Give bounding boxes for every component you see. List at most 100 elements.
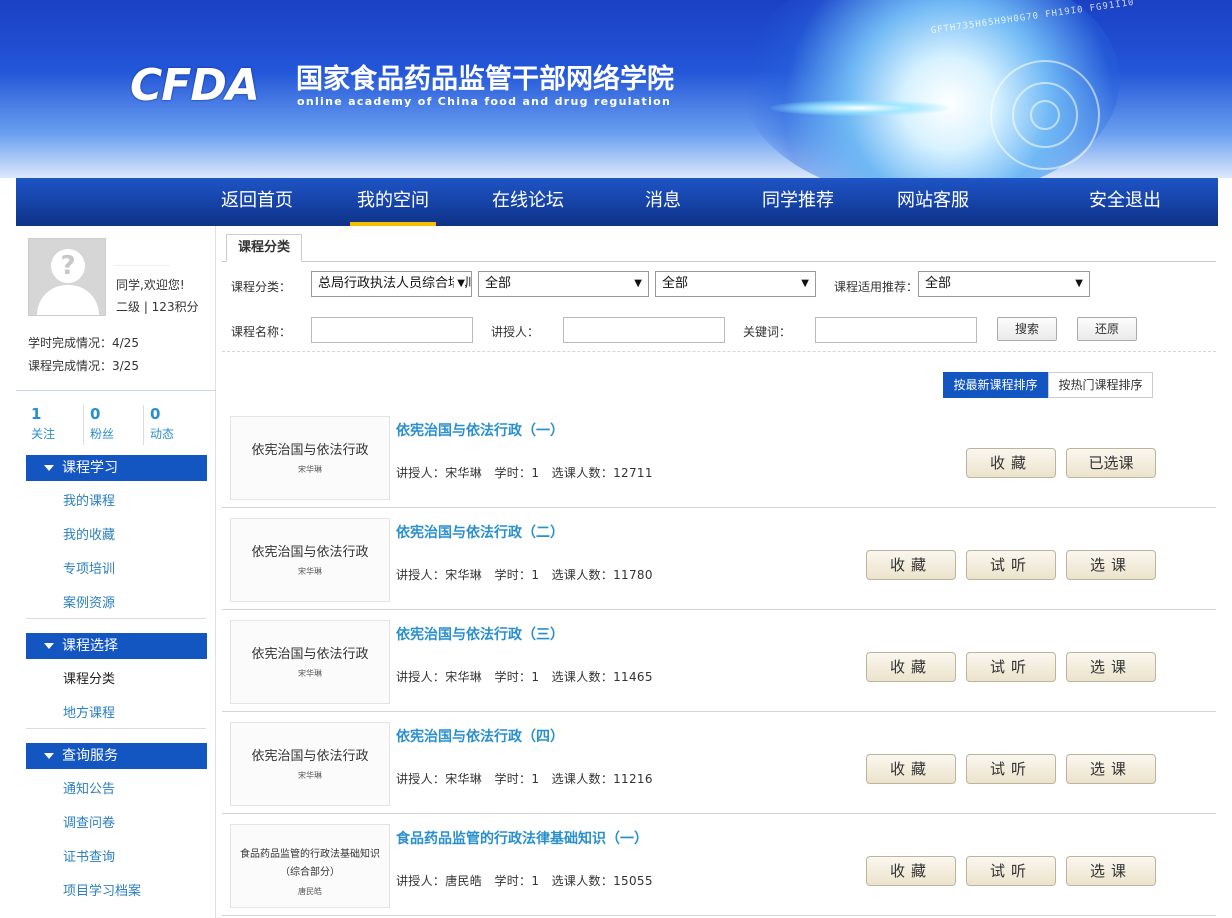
sidebar-item-special-training[interactable]: 专项培训 — [63, 558, 115, 577]
banner-glow — [770, 100, 950, 116]
nav-messages[interactable]: 消息 — [636, 178, 690, 226]
course-title-link[interactable]: 依宪治国与依法行政（一） — [396, 420, 564, 440]
stat-fans-count: 0 — [90, 405, 101, 423]
site-title: 国家食品药品监管干部网络学院 — [296, 64, 674, 95]
thumb-title: 依宪治国与依法行政 — [251, 647, 369, 662]
thumb-title: 食品药品监管的行政法基础知识 — [240, 849, 380, 860]
course-title-link[interactable]: 依宪治国与依法行政（三） — [396, 624, 564, 644]
preview-button[interactable]: 试听 — [966, 856, 1056, 886]
avatar[interactable]: ? — [28, 238, 106, 316]
course-title-link[interactable]: 食品药品监管的行政法律基础知识（一） — [396, 828, 648, 848]
sort-newest-button[interactable]: 按最新课程排序 — [943, 372, 1048, 398]
nav-classmates[interactable]: 同学推荐 — [755, 178, 841, 226]
thumb-title-line2: （综合部分） — [280, 867, 340, 878]
favorite-button[interactable]: 收藏 — [866, 550, 956, 580]
course-title-link[interactable]: 依宪治国与依法行政（四） — [396, 726, 564, 746]
main-content: 课程分类 课程分类： 总局行政执法人员综合培训 ▼ 全部 ▼ 全部 ▼ 课程适用… — [222, 226, 1218, 918]
favorite-button[interactable]: 收藏 — [966, 448, 1056, 478]
subcategory1-select[interactable]: 全部 ▼ — [478, 271, 649, 297]
main-nav: 返回首页 我的空间 在线论坛 消息 同学推荐 网站客服 安全退出 — [16, 178, 1218, 226]
stat-fans-label: 粉丝 — [90, 427, 115, 441]
sidebar-item-learning-archive[interactable]: 项目学习档案 — [63, 880, 141, 899]
stat-fans[interactable]: 0 粉丝 — [90, 405, 140, 442]
stat-divider — [83, 405, 84, 445]
nav-home[interactable]: 返回首页 — [214, 178, 300, 226]
nav-customer-service[interactable]: 网站客服 — [890, 178, 976, 226]
thumb-title: 依宪治国与依法行政 — [251, 443, 369, 458]
selected-button[interactable]: 已选课 — [1066, 448, 1156, 478]
nav-logout[interactable]: 安全退出 — [1082, 178, 1168, 226]
reset-button[interactable]: 还原 — [1077, 317, 1137, 341]
caret-down-icon — [44, 465, 54, 471]
preview-button[interactable]: 试听 — [966, 652, 1056, 682]
sidebar-item-course-category[interactable]: 课程分类 — [63, 668, 115, 687]
tab-course-category[interactable]: 课程分类 — [226, 234, 302, 262]
sidebar-item-favorites[interactable]: 我的收藏 — [63, 524, 115, 543]
username — [114, 252, 170, 266]
select-course-button[interactable]: 选课 — [1066, 550, 1156, 580]
sidebar-item-local-courses[interactable]: 地方课程 — [63, 702, 115, 721]
dropdown-arrow-icon: ▼ — [454, 272, 465, 296]
search-button[interactable]: 搜索 — [997, 317, 1057, 341]
sidebar-item-certificate-query[interactable]: 证书查询 — [63, 846, 115, 865]
subcategory2-select[interactable]: 全部 ▼ — [655, 271, 816, 297]
site-subtitle: online academy of China food and drug re… — [297, 95, 672, 108]
preview-button[interactable]: 试听 — [966, 550, 1056, 580]
thumb-author: 宋华琳 — [298, 771, 322, 780]
course-thumbnail[interactable]: 依宪治国与依法行政 宋华琳 — [230, 722, 390, 806]
course-thumbnail[interactable]: 依宪治国与依法行政 宋华琳 — [230, 620, 390, 704]
course-name-input[interactable] — [311, 317, 473, 343]
thumb-title: 依宪治国与依法行政 — [251, 749, 369, 764]
subcategory2-value: 全部 — [662, 276, 689, 291]
dropdown-arrow-icon: ▼ — [1075, 278, 1083, 289]
course-title-link[interactable]: 依宪治国与依法行政（二） — [396, 522, 564, 542]
social-stats: 1 关注 0 粉丝 0 动态 — [16, 390, 216, 450]
stat-following[interactable]: 1 关注 — [31, 405, 81, 442]
stat-activity[interactable]: 0 动态 — [150, 405, 200, 442]
tab-underline — [222, 261, 1216, 262]
course-thumbnail[interactable]: 依宪治国与依法行政 宋华琳 — [230, 416, 390, 500]
sidebar-item-my-courses[interactable]: 我的课程 — [63, 490, 115, 509]
category-select-value: 总局行政执法人员综合培训 — [318, 276, 472, 291]
question-mark-icon: ? — [60, 251, 76, 281]
thumb-author: 宋华琳 — [298, 567, 322, 576]
select-course-button[interactable]: 选课 — [1066, 652, 1156, 682]
favorite-button[interactable]: 收藏 — [866, 652, 956, 682]
course-row: 食品药品监管的行政法基础知识 （综合部分） 唐民皓 食品药品监管的行政法律基础知… — [222, 814, 1216, 916]
divider — [222, 351, 1216, 352]
thumb-author: 宋华琳 — [298, 669, 322, 678]
favorite-button[interactable]: 收藏 — [866, 856, 956, 886]
course-progress: 课程完成情况：3/25 — [28, 359, 139, 373]
course-row: 依宪治国与依法行政 宋华琳 依宪治国与依法行政（一） 讲授人：宋华琳 学时：1 … — [222, 406, 1216, 508]
sidebar-item-case-resources[interactable]: 案例资源 — [63, 592, 115, 611]
keyword-input[interactable] — [815, 317, 977, 343]
recommend-value: 全部 — [925, 276, 952, 291]
category-select[interactable]: 总局行政执法人员综合培训 ▼ — [311, 271, 472, 297]
section-course-study[interactable]: 课程学习 — [26, 455, 207, 481]
logo[interactable]: CFDA — [130, 64, 260, 108]
lecturer-label: 讲授人： — [491, 325, 540, 339]
stat-following-count: 1 — [31, 405, 42, 423]
lecturer-input[interactable] — [563, 317, 725, 343]
favorite-button[interactable]: 收藏 — [866, 754, 956, 784]
stat-activity-count: 0 — [150, 405, 161, 423]
course-meta: 讲授人：宋华琳 学时：1 选课人数：11465 — [396, 670, 653, 684]
divider — [26, 618, 206, 619]
section-course-selection[interactable]: 课程选择 — [26, 633, 207, 659]
select-course-button[interactable]: 选课 — [1066, 856, 1156, 886]
sort-hottest-button[interactable]: 按热门课程排序 — [1048, 372, 1153, 398]
welcome-text: 同学,欢迎您! — [116, 278, 185, 292]
nav-my-space[interactable]: 我的空间 — [350, 178, 436, 226]
section-query-services[interactable]: 查询服务 — [26, 743, 207, 769]
preview-button[interactable]: 试听 — [966, 754, 1056, 784]
course-thumbnail[interactable]: 食品药品监管的行政法基础知识 （综合部分） 唐民皓 — [230, 824, 390, 908]
select-course-button[interactable]: 选课 — [1066, 754, 1156, 784]
thumb-title: 依宪治国与依法行政 — [251, 545, 369, 560]
nav-forum[interactable]: 在线论坛 — [485, 178, 571, 226]
sidebar-item-surveys[interactable]: 调查问卷 — [63, 812, 115, 831]
course-row: 依宪治国与依法行政 宋华琳 依宪治国与依法行政（二） 讲授人：宋华琳 学时：1 … — [222, 508, 1216, 610]
course-thumbnail[interactable]: 依宪治国与依法行政 宋华琳 — [230, 518, 390, 602]
sidebar-item-notices[interactable]: 通知公告 — [63, 778, 115, 797]
recommend-select[interactable]: 全部 ▼ — [918, 271, 1090, 297]
course-meta: 讲授人：宋华琳 学时：1 选课人数：11216 — [396, 772, 653, 786]
